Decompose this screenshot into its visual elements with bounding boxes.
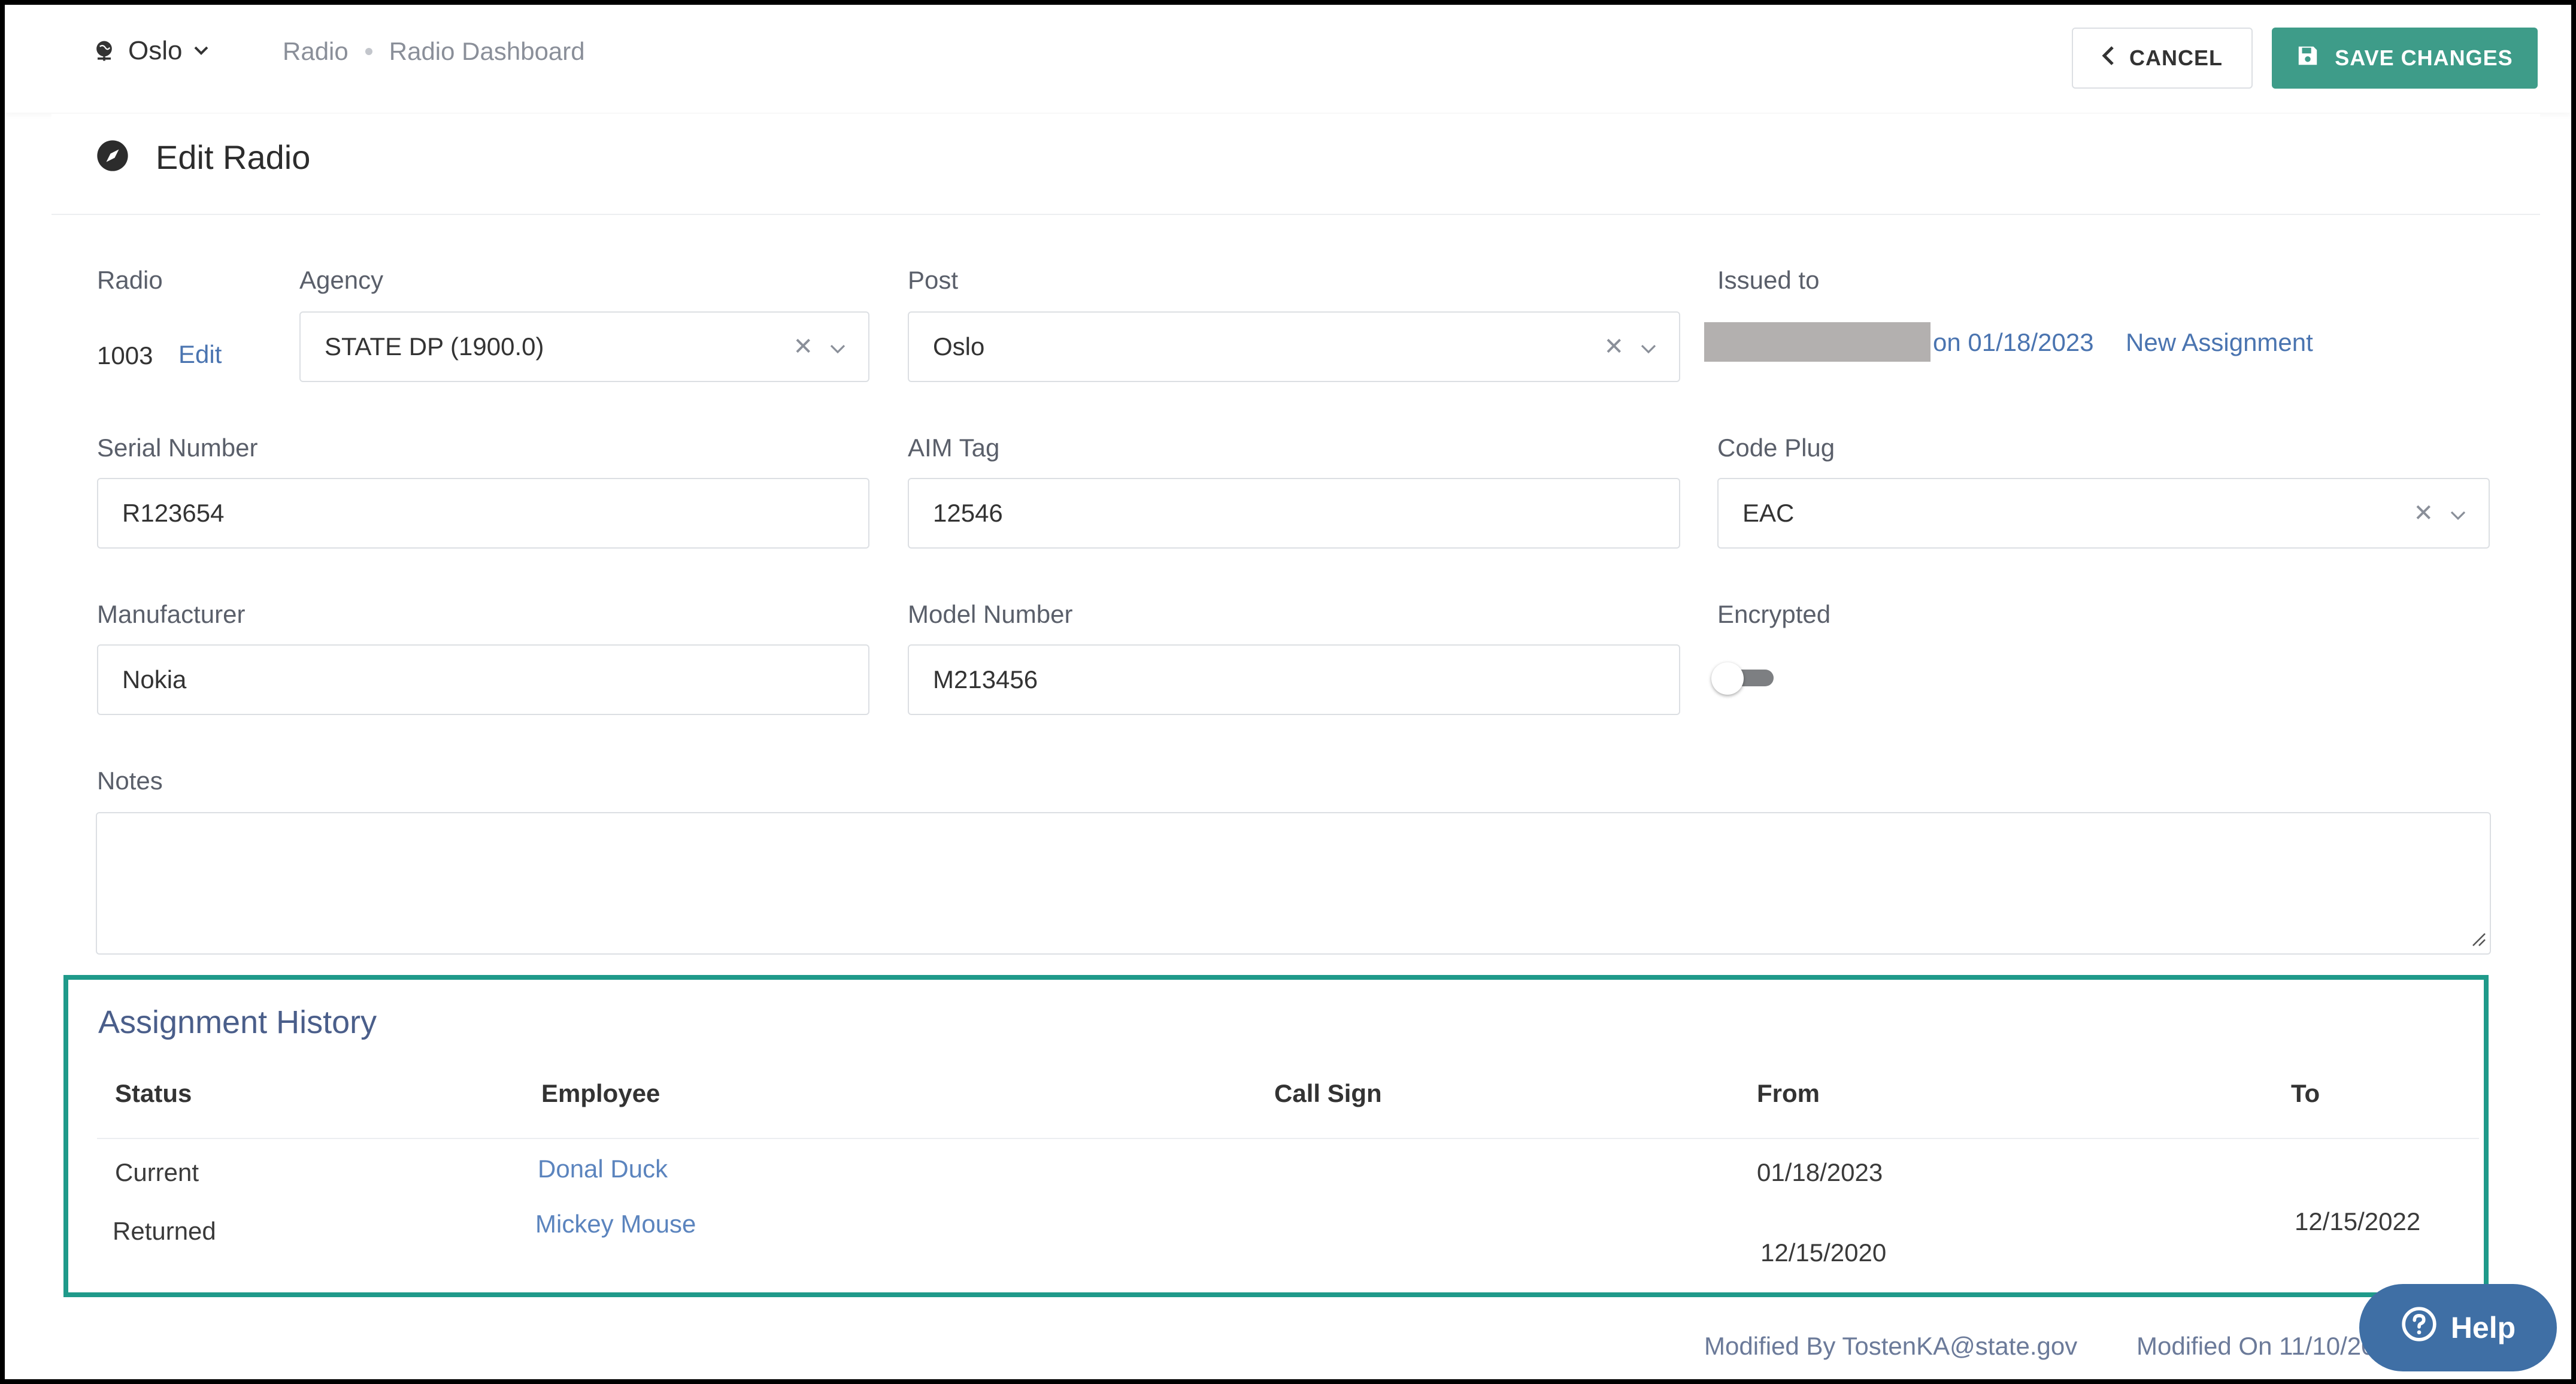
row-status: Current [115, 1158, 199, 1186]
issued-to-label: Issued to [1717, 266, 1820, 294]
column-header-status[interactable]: Status [115, 1079, 192, 1108]
notes-label: Notes [97, 767, 163, 795]
question-circle-icon [2401, 1306, 2438, 1350]
breadcrumb-separator [365, 48, 372, 55]
history-header-divider [97, 1138, 2479, 1139]
help-label: Help [2450, 1311, 2516, 1344]
chevron-down-icon[interactable] [2449, 500, 2467, 527]
breadcrumb: Radio Radio Dashboard [283, 37, 585, 66]
cancel-label: CANCEL [2129, 46, 2223, 70]
encrypted-toggle[interactable] [1711, 662, 1775, 695]
post-select[interactable]: Oslo ✕ [908, 311, 1680, 382]
column-header-employee[interactable]: Employee [541, 1079, 660, 1108]
chevron-left-icon [2102, 45, 2115, 72]
manufacturer-field[interactable] [97, 644, 869, 715]
save-label: SAVE CHANGES [2335, 46, 2513, 70]
location-label: Oslo [128, 36, 183, 65]
column-header-from[interactable]: From [1757, 1079, 1820, 1108]
encrypted-label: Encrypted [1717, 600, 1831, 628]
serial-number-field[interactable] [97, 478, 869, 549]
serial-number-label: Serial Number [97, 434, 258, 462]
modified-by-value: TostenKA@state.gov [1842, 1332, 2078, 1360]
notes-textarea[interactable] [96, 812, 2491, 955]
redacted-employee [1704, 322, 1931, 362]
breadcrumb-item-dashboard[interactable]: Radio Dashboard [389, 37, 585, 66]
breadcrumb-item-radio[interactable]: Radio [283, 37, 348, 66]
clear-icon[interactable]: ✕ [793, 333, 813, 361]
globe-icon [91, 38, 117, 64]
page-header: Edit Radio [96, 138, 310, 177]
chevron-down-icon[interactable] [1639, 334, 1657, 361]
modified-by-label: Modified By [1704, 1332, 1836, 1360]
aim-tag-input[interactable] [933, 499, 1655, 528]
serial-number-input[interactable] [122, 499, 844, 528]
compass-icon [96, 139, 129, 175]
column-header-to[interactable]: To [2291, 1079, 2320, 1108]
model-number-label: Model Number [908, 600, 1073, 628]
cancel-button[interactable]: CANCEL [2072, 28, 2253, 89]
assignment-history-highlight [63, 975, 2489, 1297]
modified-on-label: Modified On [2136, 1332, 2272, 1360]
resize-handle-icon[interactable] [2468, 929, 2486, 950]
manufacturer-label: Manufacturer [97, 600, 246, 628]
page-title: Edit Radio [156, 138, 311, 176]
floppy-disk-icon [2296, 44, 2319, 72]
issued-date: on 01/18/2023 [1933, 328, 2094, 356]
code-plug-value: EAC [1742, 499, 1795, 527]
radio-number: 1003 [97, 341, 153, 370]
new-assignment-link[interactable]: New Assignment [2126, 328, 2313, 357]
clear-icon[interactable]: ✕ [1604, 333, 1624, 361]
modified-on: Modified On 11/10/20 [2136, 1332, 2375, 1361]
modified-by: Modified By TostenKA@state.gov [1704, 1332, 2077, 1361]
row-to: 12/15/2022 [2295, 1207, 2421, 1235]
row-employee-link[interactable]: Mickey Mouse [535, 1210, 696, 1238]
chevron-down-icon[interactable] [829, 334, 847, 361]
aim-tag-field[interactable] [908, 478, 1680, 549]
title-divider [51, 214, 2540, 215]
radio-edit-link[interactable]: Edit [178, 340, 222, 369]
location-selector[interactable]: Oslo [91, 36, 210, 66]
help-button[interactable]: Help [2359, 1284, 2557, 1371]
row-from: 01/18/2023 [1757, 1158, 1883, 1186]
clear-icon[interactable]: ✕ [2413, 499, 2433, 527]
row-employee-link[interactable]: Donal Duck [538, 1155, 668, 1183]
code-plug-select[interactable]: EAC ✕ [1717, 478, 2490, 549]
column-header-call-sign[interactable]: Call Sign [1274, 1079, 1382, 1108]
model-number-input[interactable] [933, 665, 1655, 694]
agency-label: Agency [299, 266, 384, 294]
toggle-knob [1711, 662, 1744, 695]
code-plug-label: Code Plug [1717, 434, 1835, 462]
row-status: Returned [113, 1217, 216, 1245]
model-number-field[interactable] [908, 644, 1680, 715]
save-changes-button[interactable]: SAVE CHANGES [2272, 28, 2538, 89]
manufacturer-input[interactable] [122, 665, 844, 694]
agency-select[interactable]: STATE DP (1900.0) ✕ [299, 311, 869, 382]
radio-label: Radio [97, 266, 163, 294]
agency-value: STATE DP (1900.0) [325, 332, 544, 361]
post-label: Post [908, 266, 959, 294]
row-from: 12/15/2020 [1760, 1238, 1887, 1267]
aim-tag-label: AIM Tag [908, 434, 1000, 462]
post-value: Oslo [933, 332, 985, 361]
chevron-down-icon [193, 45, 210, 57]
assignment-history-title: Assignment History [98, 1004, 377, 1040]
